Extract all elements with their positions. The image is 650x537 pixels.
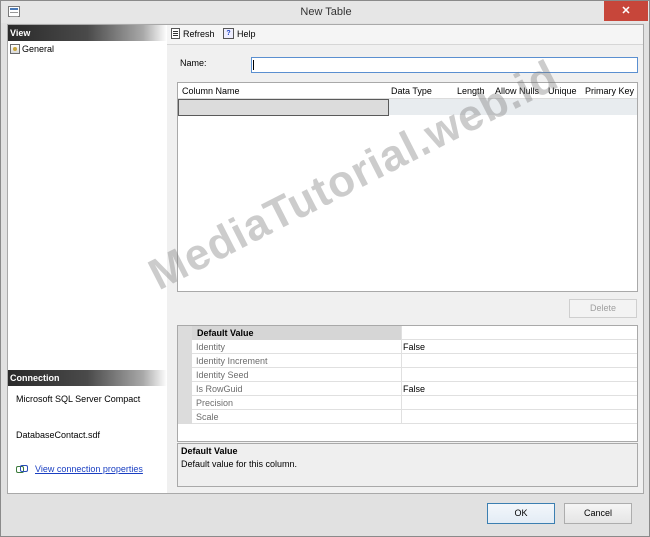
property-row-default-value[interactable]: Default Value (192, 326, 637, 340)
right-pane: Refresh ? Help Name: Column Name Data Ty… (167, 24, 644, 494)
left-pane: View General Connection Microsoft SQL Se… (7, 24, 168, 494)
help-label: Help (237, 28, 256, 39)
divider (401, 326, 402, 340)
text-caret (253, 60, 254, 70)
database-name: DatabaseContact.sdf (16, 430, 101, 440)
property-description-panel: Default Value Default value for this col… (177, 443, 638, 487)
divider (401, 368, 402, 382)
view-section-header: View (8, 25, 167, 41)
divider (401, 382, 402, 396)
column-header-length[interactable]: Length (457, 86, 485, 96)
close-button[interactable]: ✕ (604, 1, 648, 21)
property-name: Scale (196, 412, 219, 422)
general-page-icon (10, 44, 20, 54)
property-value[interactable]: False (403, 342, 425, 352)
properties-gutter (178, 326, 192, 424)
column-header-unique[interactable]: Unique (548, 86, 577, 96)
help-icon: ? (223, 28, 234, 39)
divider (401, 354, 402, 368)
title-bar[interactable]: New Table ✕ (1, 1, 649, 23)
refresh-label: Refresh (183, 28, 215, 39)
divider (401, 410, 402, 424)
property-row-precision[interactable]: Precision (192, 396, 637, 410)
column-name-cell[interactable] (178, 99, 389, 116)
description-text: Default value for this column. (181, 459, 298, 469)
property-value[interactable]: False (403, 384, 425, 394)
toolbar: Refresh ? Help (167, 25, 643, 45)
table-name-input[interactable] (251, 57, 638, 73)
ok-button[interactable]: OK (487, 503, 555, 524)
column-header-primary-key[interactable]: Primary Key (585, 86, 634, 96)
property-row-identity-increment[interactable]: Identity Increment (192, 354, 637, 368)
nav-item-general[interactable]: General (10, 43, 54, 55)
name-label: Name: (180, 58, 207, 68)
cancel-button[interactable]: Cancel (564, 503, 632, 524)
refresh-button[interactable]: Refresh (171, 28, 215, 39)
help-button[interactable]: ? Help (223, 28, 256, 39)
property-row-scale[interactable]: Scale (192, 410, 637, 424)
property-name: Default Value (197, 328, 254, 338)
columns-grid[interactable]: Column Name Data Type Length Allow Nulls… (177, 82, 638, 292)
link-label: View connection properties (35, 463, 143, 474)
column-header-allow-nulls[interactable]: Allow Nulls (495, 86, 539, 96)
property-name: Identity Increment (196, 356, 268, 366)
description-title: Default Value (181, 446, 238, 456)
divider (401, 340, 402, 354)
grid-header: Column Name Data Type Length Allow Nulls… (178, 83, 637, 99)
property-row-is-rowguid[interactable]: Is RowGuid False (192, 382, 637, 396)
new-table-dialog: New Table ✕ View General Connection Micr… (0, 0, 650, 537)
property-row-identity-seed[interactable]: Identity Seed (192, 368, 637, 382)
connection-section-header: Connection (8, 370, 167, 386)
window-title: New Table (300, 6, 352, 18)
property-row-identity[interactable]: Identity False (192, 340, 637, 354)
server-name: Microsoft SQL Server Compact (16, 394, 141, 404)
refresh-icon (171, 28, 180, 39)
column-properties-grid: Default Value Identity False Identity In… (177, 325, 638, 442)
connection-icon (16, 463, 28, 474)
property-name: Precision (196, 398, 234, 408)
nav-item-label: General (22, 44, 55, 54)
property-name: Is RowGuid (196, 384, 243, 394)
delete-button[interactable]: Delete (569, 299, 637, 318)
column-header-name[interactable]: Column Name (182, 86, 240, 96)
column-header-data-type[interactable]: Data Type (391, 86, 432, 96)
divider (401, 396, 402, 410)
property-name: Identity (196, 342, 226, 352)
view-connection-properties-link[interactable]: View connection properties (16, 463, 143, 474)
property-name: Identity Seed (196, 370, 249, 380)
